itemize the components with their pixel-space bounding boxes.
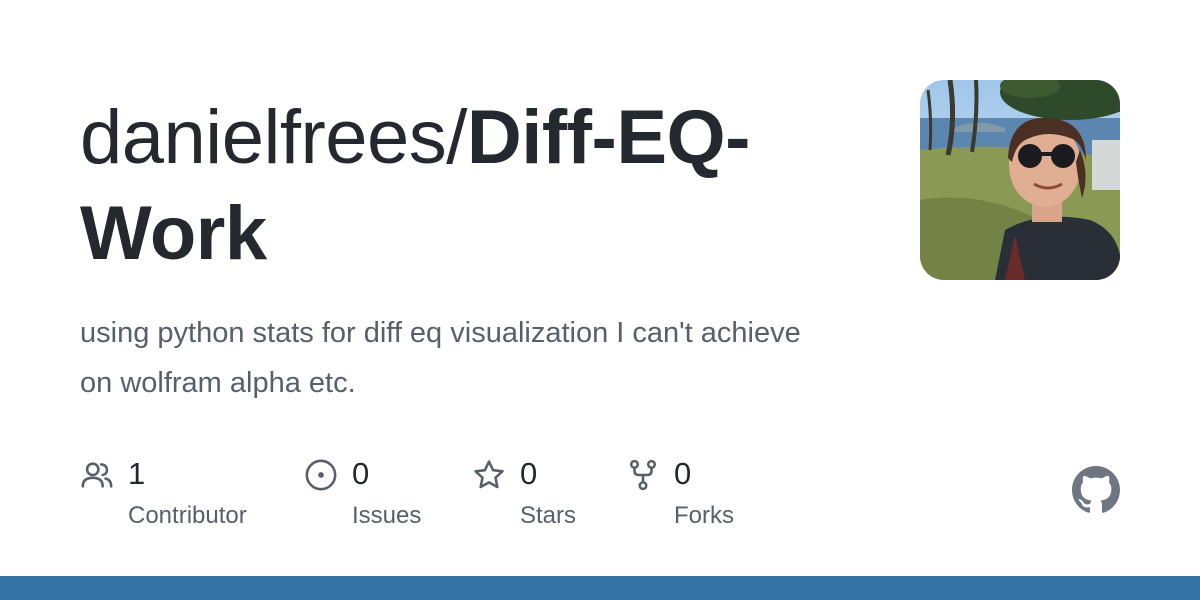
contributor-label: Contributor bbox=[128, 502, 247, 529]
language-color-bar bbox=[0, 576, 1200, 600]
repo-owner: danielfrees/ bbox=[80, 95, 467, 180]
social-preview-card: danielfrees/Diff-EQ-Work using python st… bbox=[0, 0, 1200, 600]
forks-count: 0 bbox=[674, 456, 692, 491]
github-mark-icon bbox=[1072, 466, 1120, 513]
contributor-count: 1 bbox=[128, 456, 146, 491]
star-icon bbox=[474, 460, 504, 489]
stars-label: Stars bbox=[520, 502, 577, 529]
avatar-photo bbox=[920, 80, 1120, 280]
issues-label: Issues bbox=[352, 502, 422, 529]
forks-label: Forks bbox=[674, 502, 734, 529]
repo-title: danielfrees/Diff-EQ-Work bbox=[80, 90, 840, 282]
stars-count: 0 bbox=[520, 456, 538, 491]
repo-description: using python stats for diff eq visualiza… bbox=[80, 317, 801, 399]
issues-count: 0 bbox=[352, 456, 370, 491]
fork-icon bbox=[629, 459, 657, 491]
issue-circle-icon bbox=[305, 459, 337, 491]
owner-avatar bbox=[920, 80, 1120, 280]
people-icon bbox=[81, 462, 113, 488]
